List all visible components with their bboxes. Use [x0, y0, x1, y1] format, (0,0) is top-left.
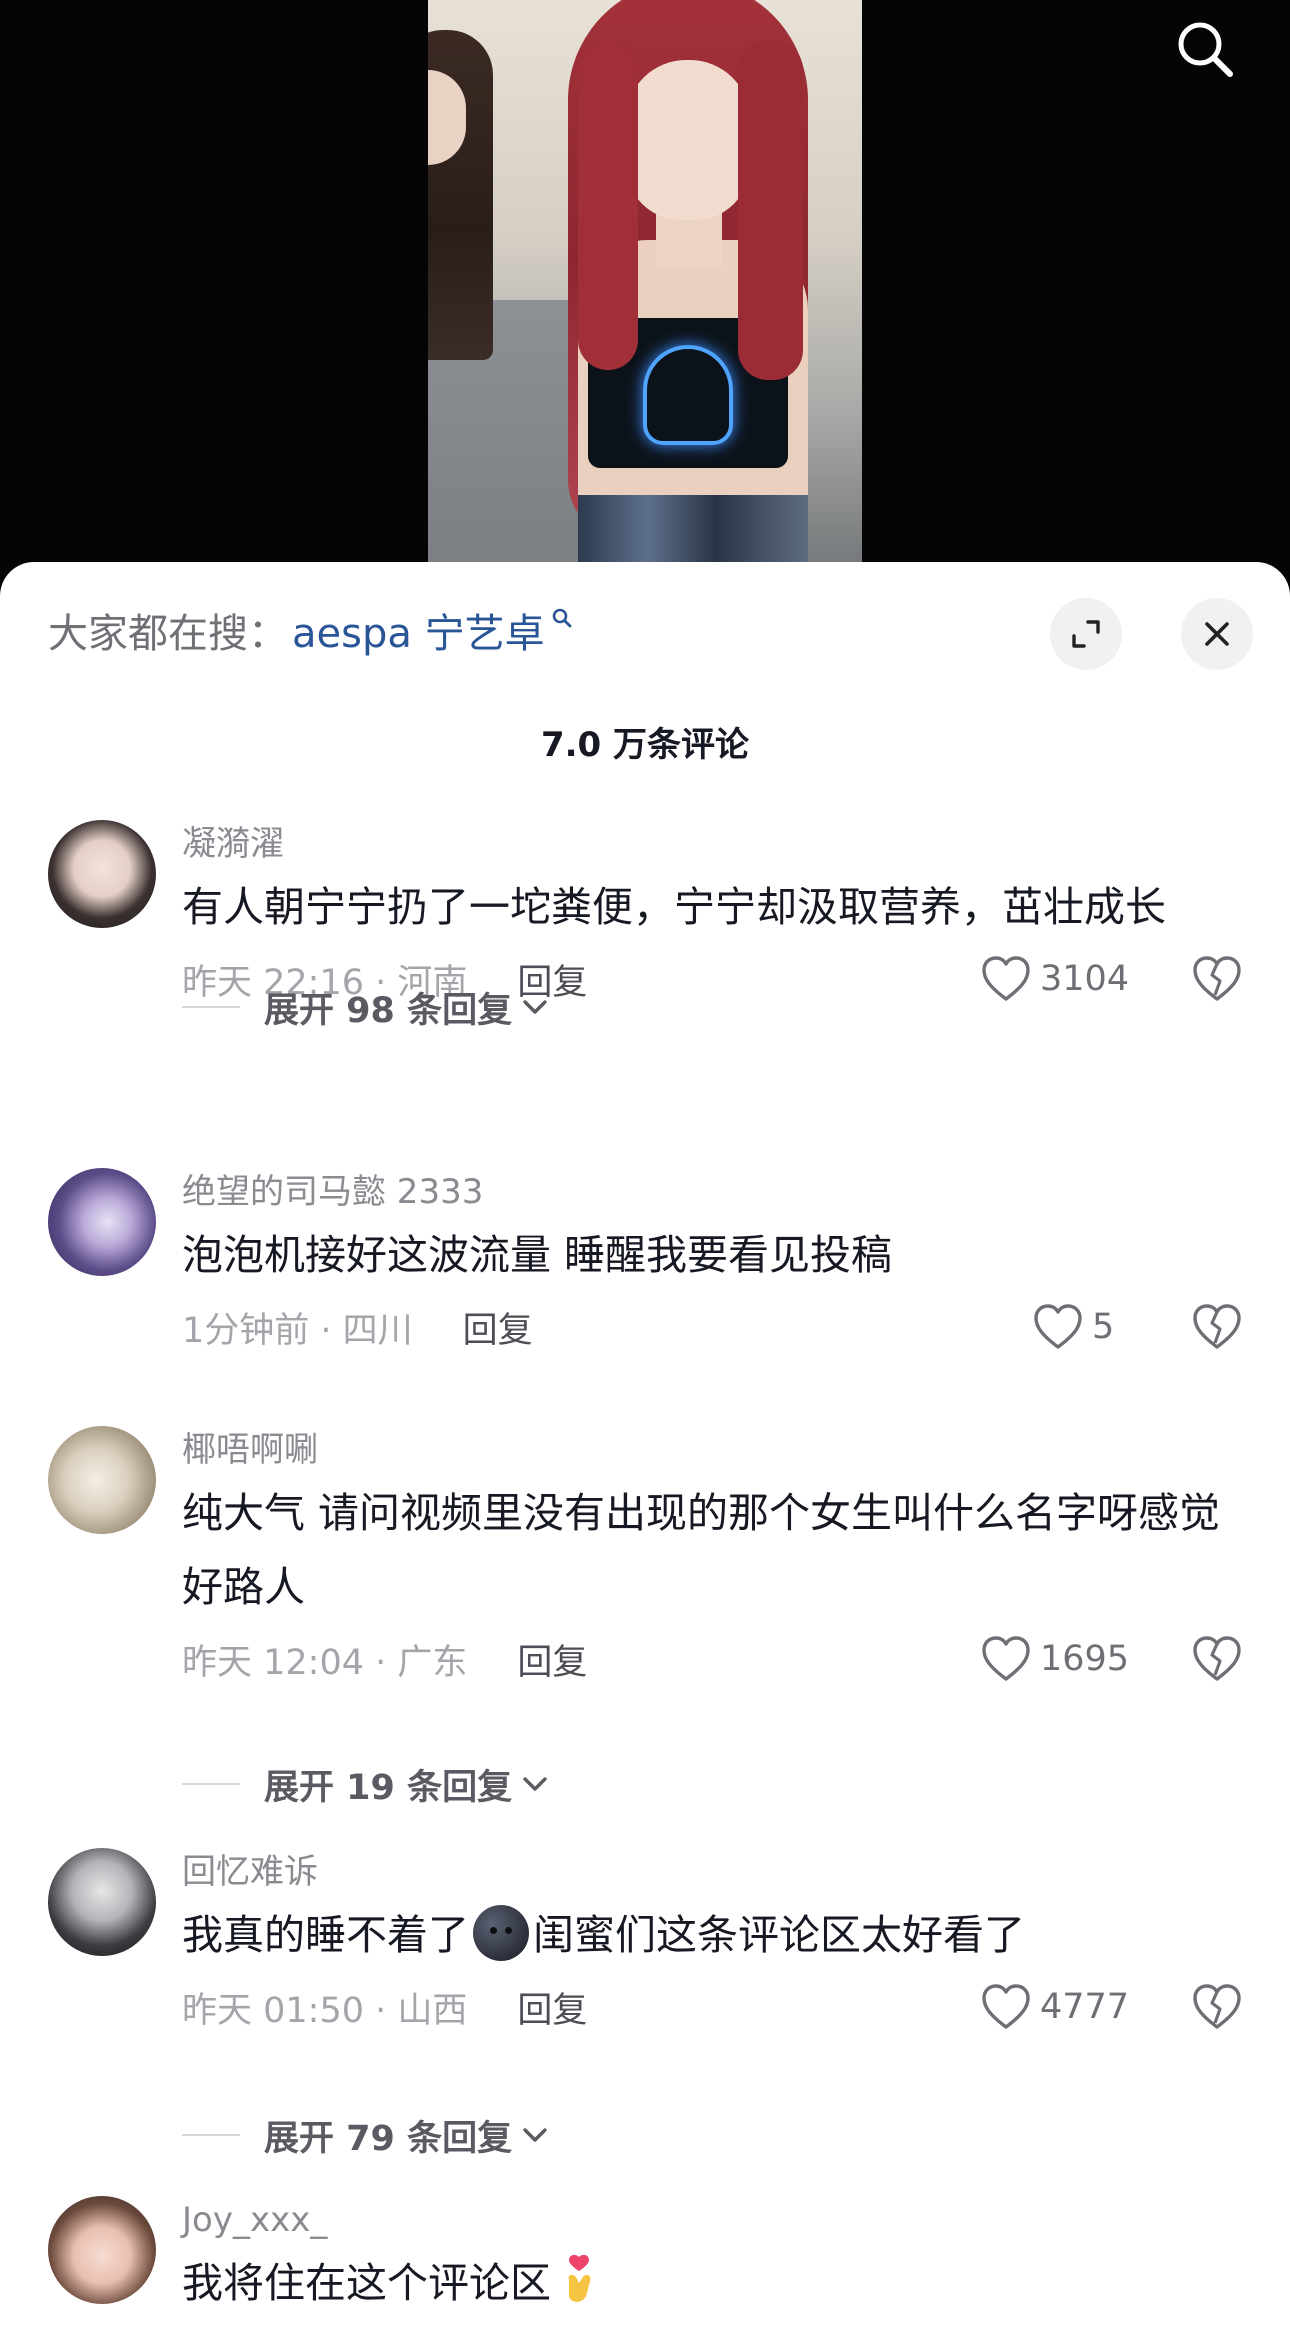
comment-username[interactable]: 回忆难诉 — [182, 1848, 1242, 1896]
expand-icon — [1072, 620, 1100, 648]
small-search-icon — [551, 607, 573, 653]
comment-item: 凝漪濯 有人朝宁宁扔了一坨粪便，宁宁却汲取营养，茁壮成长 昨天 22:16 · … — [0, 820, 1290, 1140]
chevron-down-icon — [520, 1773, 550, 1795]
comment-text: 我将住在这个评论区 — [182, 2246, 1242, 2320]
comment-username[interactable]: Joy_xxx_ — [182, 2196, 1242, 2244]
comment-item: 椰唔啊唰 纯大气 请问视频里没有出现的那个女生叫什么名字呀感觉好路人 昨天 12… — [0, 1426, 1290, 1816]
reply-button[interactable]: 回复 — [517, 1982, 587, 2033]
comment-text: 纯大气 请问视频里没有出现的那个女生叫什么名字呀感觉好路人 — [182, 1489, 1221, 1611]
like-count: 4777 — [1040, 1987, 1130, 2027]
broken-heart-icon — [1193, 1636, 1241, 1681]
dislike-button[interactable] — [1192, 1983, 1242, 2031]
comment-item: Joy_xxx_ 我将住在这个评论区 — [0, 2196, 1290, 2326]
avatar[interactable] — [48, 820, 156, 928]
comment-time-location: 昨天 12:04 · 广东 — [182, 1642, 468, 1683]
video-frame — [428, 0, 862, 585]
reply-button[interactable]: 回复 — [463, 1302, 533, 1353]
broken-heart-icon — [1193, 956, 1241, 1001]
heart-outline-icon — [982, 1984, 1030, 2029]
dislike-button[interactable] — [1192, 1303, 1242, 1351]
comment-item: 绝望的司马懿 2333 泡泡机接好这波流量 睡醒我要看见投稿 1分钟前 · 四川… — [0, 1168, 1290, 1408]
comment-item: 回忆难诉 我真的睡不着了 闺蜜们这条评论区太好看了 昨天 01:50 · 山西 回… — [0, 1848, 1290, 2168]
comment-sheet: 大家都在搜： aespa 宁艺卓 7.0 万条评论 凝漪濯 有人朝宁宁扔了一坨粪… — [0, 562, 1290, 2326]
expand-replies-button[interactable]: 展开 79 条回复 — [182, 2110, 550, 2160]
hot-search-query[interactable]: aespa 宁艺卓 — [292, 601, 545, 659]
expand-replies-label: 展开 79 条回复 — [264, 2118, 513, 2159]
finger-heart-emoji — [568, 2254, 591, 2302]
dislike-button[interactable] — [1192, 1635, 1242, 1683]
comment-username[interactable]: 凝漪濯 — [182, 820, 1242, 868]
heart-outline-icon — [1034, 1304, 1082, 1349]
comment-username[interactable]: 绝望的司马懿 2333 — [182, 1168, 1242, 1216]
like-count: 3104 — [1040, 959, 1130, 999]
avatar[interactable] — [48, 1168, 156, 1276]
avatar[interactable] — [48, 1426, 156, 1534]
like-count: 1695 — [1040, 1639, 1130, 1679]
comment-text: 有人朝宁宁扔了一坨粪便，宁宁却汲取营养，茁壮成长 — [182, 883, 1166, 931]
like-button[interactable]: 3104 — [980, 955, 1132, 1003]
expand-replies-label: 展开 98 条回复 — [264, 990, 513, 1031]
reply-button[interactable]: 回复 — [517, 1634, 587, 1685]
hot-search-suggestion[interactable]: 大家都在搜： aespa 宁艺卓 — [48, 602, 573, 658]
chevron-down-icon — [520, 2124, 550, 2146]
expand-replies-label: 展开 19 条回复 — [264, 1767, 513, 1808]
expand-replies-button[interactable]: 展开 98 条回复 — [182, 982, 550, 1032]
comment-sheet-header: 大家都在搜： aespa 宁艺卓 7.0 万条评论 — [0, 562, 1290, 765]
avatar[interactable] — [48, 1848, 156, 1956]
like-button[interactable]: 1695 — [980, 1635, 1132, 1683]
performer-face — [626, 60, 750, 220]
like-button[interactable]: 4777 — [980, 1983, 1132, 2031]
expand-replies-button[interactable]: 展开 19 条回复 — [182, 1759, 550, 1809]
video-player[interactable] — [0, 0, 1290, 585]
heart-outline-icon — [982, 956, 1030, 1001]
comment-meta: 1分钟前 · 四川 回复 5 — [182, 1292, 1242, 1362]
comment-text: 泡泡机接好这波流量 睡醒我要看见投稿 — [182, 1231, 893, 1279]
chevron-down-icon — [520, 996, 550, 1018]
broken-heart-icon — [1193, 1984, 1241, 2029]
heart-outline-icon — [982, 1636, 1030, 1681]
comment-time-location: 1分钟前 · 四川 — [182, 1310, 413, 1351]
comment-time-location: 昨天 01:50 · 山西 — [182, 1990, 468, 2031]
hot-search-prefix: 大家都在搜： — [48, 611, 288, 657]
like-count: 5 — [1092, 1307, 1115, 1347]
comment-text: 我真的睡不着了 闺蜜们这条评论区太好看了 — [182, 1898, 1242, 1972]
broken-heart-icon — [1193, 1304, 1241, 1349]
comment-count: 7.0 万条评论 — [540, 725, 750, 765]
new-moon-face-emoji — [473, 1905, 529, 1961]
like-button[interactable]: 5 — [1032, 1303, 1132, 1351]
comment-meta: 昨天 12:04 · 广东 回复 1695 — [182, 1624, 1242, 1694]
avatar[interactable] — [48, 2196, 156, 2304]
close-icon — [1205, 622, 1229, 646]
expand-sheet-button[interactable] — [1050, 598, 1122, 670]
comment-meta: 昨天 01:50 · 山西 回复 4777 — [182, 1972, 1242, 2042]
dislike-button[interactable] — [1192, 955, 1242, 1003]
search-icon — [1178, 22, 1233, 77]
close-sheet-button[interactable] — [1181, 598, 1253, 670]
comment-username[interactable]: 椰唔啊唰 — [182, 1426, 1242, 1474]
search-button[interactable] — [1170, 14, 1240, 84]
